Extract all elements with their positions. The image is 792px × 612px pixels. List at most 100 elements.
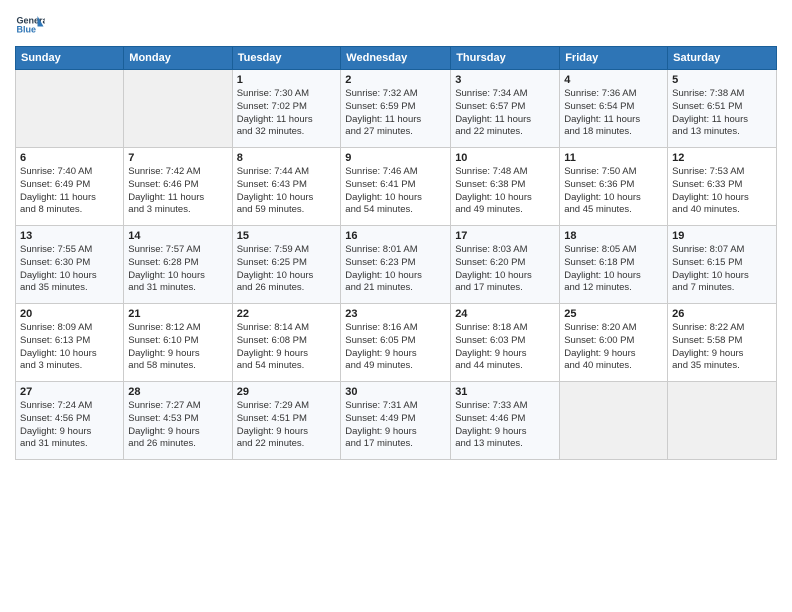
day-cell: 31 Sunrise: 7:33 AM Sunset: 4:46 PM Dayli… [451, 382, 560, 460]
logo-icon: General Blue [15, 10, 45, 40]
day-info: Sunrise: 8:16 AM Sunset: 6:05 PM Dayligh… [345, 322, 446, 373]
day-number: 4 [564, 74, 663, 86]
day-cell: 26Sunrise: 8:22 AM Sunset: 5:58 PM Dayli… [668, 304, 777, 382]
day-info: Sunrise: 7:34 AM Sunset: 6:57 PM Dayligh… [455, 88, 555, 139]
logo: General Blue [15, 10, 49, 40]
week-row-4: 20 Sunrise: 8:09 AM Sunset: 6:13 PM Dayli… [16, 304, 777, 382]
day-number: 9 [345, 152, 446, 164]
day-info: Sunrise: 8:01 AM Sunset: 6:23 PM Dayligh… [345, 244, 446, 295]
day-cell: 9 Sunrise: 7:46 AM Sunset: 6:41 PM Daylig… [341, 148, 451, 226]
day-info: Sunrise: 7:24 AM Sunset: 4:56 PM Dayligh… [20, 400, 119, 451]
day-info: Sunrise: 7:38 AM Sunset: 6:51 PM Dayligh… [672, 88, 772, 139]
day-cell: 17Sunrise: 8:03 AM Sunset: 6:20 PM Dayli… [451, 226, 560, 304]
day-info: Sunrise: 8:07 AM Sunset: 6:15 PM Dayligh… [672, 244, 772, 295]
day-cell: 15 Sunrise: 7:59 AM Sunset: 6:25 PM Dayli… [232, 226, 341, 304]
day-number: 10 [455, 152, 555, 164]
col-wednesday: Wednesday [341, 47, 451, 70]
day-info: Sunrise: 7:33 AM Sunset: 4:46 PM Dayligh… [455, 400, 555, 451]
day-info: Sunrise: 7:46 AM Sunset: 6:41 PM Dayligh… [345, 166, 446, 217]
day-cell: 13Sunrise: 7:55 AM Sunset: 6:30 PM Dayli… [16, 226, 124, 304]
header-row: Sunday Monday Tuesday Wednesday Thursday… [16, 47, 777, 70]
day-number: 25 [564, 308, 663, 320]
day-cell [16, 70, 124, 148]
day-cell: 5 Sunrise: 7:38 AM Sunset: 6:51 PM Daylig… [668, 70, 777, 148]
day-cell: 30 Sunrise: 7:31 AM Sunset: 4:49 PM Dayli… [341, 382, 451, 460]
day-number: 20 [20, 308, 119, 320]
week-row-2: 6 Sunrise: 7:40 AM Sunset: 6:49 PM Daylig… [16, 148, 777, 226]
day-number: 15 [237, 230, 337, 242]
day-info: Sunrise: 8:22 AM Sunset: 5:58 PM Dayligh… [672, 322, 772, 373]
svg-text:Blue: Blue [17, 25, 37, 35]
day-number: 29 [237, 386, 337, 398]
day-info: Sunrise: 8:20 AM Sunset: 6:00 PM Dayligh… [564, 322, 663, 373]
day-cell: 16 Sunrise: 8:01 AM Sunset: 6:23 PM Dayli… [341, 226, 451, 304]
week-row-5: 27 Sunrise: 7:24 AM Sunset: 4:56 PM Dayli… [16, 382, 777, 460]
calendar-table: Sunday Monday Tuesday Wednesday Thursday… [15, 46, 777, 460]
day-info: Sunrise: 7:36 AM Sunset: 6:54 PM Dayligh… [564, 88, 663, 139]
day-number: 27 [20, 386, 119, 398]
day-cell: 2 Sunrise: 7:32 AM Sunset: 6:59 PM Daylig… [341, 70, 451, 148]
day-cell: 21 Sunrise: 8:12 AM Sunset: 6:10 PM Dayli… [124, 304, 232, 382]
day-info: Sunrise: 7:27 AM Sunset: 4:53 PM Dayligh… [128, 400, 227, 451]
day-number: 7 [128, 152, 227, 164]
day-number: 5 [672, 74, 772, 86]
day-info: Sunrise: 7:59 AM Sunset: 6:25 PM Dayligh… [237, 244, 337, 295]
day-info: Sunrise: 7:55 AM Sunset: 6:30 PM Dayligh… [20, 244, 119, 295]
day-number: 21 [128, 308, 227, 320]
day-info: Sunrise: 8:18 AM Sunset: 6:03 PM Dayligh… [455, 322, 555, 373]
day-cell: 4 Sunrise: 7:36 AM Sunset: 6:54 PM Daylig… [560, 70, 668, 148]
col-tuesday: Tuesday [232, 47, 341, 70]
day-info: Sunrise: 7:57 AM Sunset: 6:28 PM Dayligh… [128, 244, 227, 295]
day-cell: 7 Sunrise: 7:42 AM Sunset: 6:46 PM Daylig… [124, 148, 232, 226]
day-number: 11 [564, 152, 663, 164]
day-info: Sunrise: 8:05 AM Sunset: 6:18 PM Dayligh… [564, 244, 663, 295]
day-cell: 8 Sunrise: 7:44 AM Sunset: 6:43 PM Daylig… [232, 148, 341, 226]
day-cell: 11 Sunrise: 7:50 AM Sunset: 6:36 PM Dayli… [560, 148, 668, 226]
day-info: Sunrise: 7:50 AM Sunset: 6:36 PM Dayligh… [564, 166, 663, 217]
day-info: Sunrise: 7:48 AM Sunset: 6:38 PM Dayligh… [455, 166, 555, 217]
day-cell: 19 Sunrise: 8:07 AM Sunset: 6:15 PM Dayli… [668, 226, 777, 304]
day-cell: 23Sunrise: 8:16 AM Sunset: 6:05 PM Dayli… [341, 304, 451, 382]
day-info: Sunrise: 7:32 AM Sunset: 6:59 PM Dayligh… [345, 88, 446, 139]
day-number: 19 [672, 230, 772, 242]
day-info: Sunrise: 7:30 AM Sunset: 7:02 PM Dayligh… [237, 88, 337, 139]
day-number: 2 [345, 74, 446, 86]
day-number: 12 [672, 152, 772, 164]
day-number: 31 [455, 386, 555, 398]
col-thursday: Thursday [451, 47, 560, 70]
day-cell: 1Sunrise: 7:30 AM Sunset: 7:02 PM Daylig… [232, 70, 341, 148]
day-cell: 6 Sunrise: 7:40 AM Sunset: 6:49 PM Daylig… [16, 148, 124, 226]
day-info: Sunrise: 7:40 AM Sunset: 6:49 PM Dayligh… [20, 166, 119, 217]
day-number: 3 [455, 74, 555, 86]
day-info: Sunrise: 7:31 AM Sunset: 4:49 PM Dayligh… [345, 400, 446, 451]
day-cell: 20 Sunrise: 8:09 AM Sunset: 6:13 PM Dayli… [16, 304, 124, 382]
day-info: Sunrise: 8:03 AM Sunset: 6:20 PM Dayligh… [455, 244, 555, 295]
day-number: 14 [128, 230, 227, 242]
day-cell: 24 Sunrise: 8:18 AM Sunset: 6:03 PM Dayli… [451, 304, 560, 382]
day-cell: 18 Sunrise: 8:05 AM Sunset: 6:18 PM Dayli… [560, 226, 668, 304]
day-cell: 3 Sunrise: 7:34 AM Sunset: 6:57 PM Daylig… [451, 70, 560, 148]
day-number: 30 [345, 386, 446, 398]
day-cell: 12 Sunrise: 7:53 AM Sunset: 6:33 PM Dayli… [668, 148, 777, 226]
day-number: 8 [237, 152, 337, 164]
day-cell: 28 Sunrise: 7:27 AM Sunset: 4:53 PM Dayli… [124, 382, 232, 460]
day-cell [668, 382, 777, 460]
day-number: 24 [455, 308, 555, 320]
day-number: 6 [20, 152, 119, 164]
day-number: 18 [564, 230, 663, 242]
day-info: Sunrise: 7:42 AM Sunset: 6:46 PM Dayligh… [128, 166, 227, 217]
col-friday: Friday [560, 47, 668, 70]
col-sunday: Sunday [16, 47, 124, 70]
day-info: Sunrise: 7:44 AM Sunset: 6:43 PM Dayligh… [237, 166, 337, 217]
day-info: Sunrise: 8:12 AM Sunset: 6:10 PM Dayligh… [128, 322, 227, 373]
day-number: 28 [128, 386, 227, 398]
day-cell: 29Sunrise: 7:29 AM Sunset: 4:51 PM Dayli… [232, 382, 341, 460]
col-saturday: Saturday [668, 47, 777, 70]
day-number: 16 [345, 230, 446, 242]
day-info: Sunrise: 8:09 AM Sunset: 6:13 PM Dayligh… [20, 322, 119, 373]
day-cell: 10 Sunrise: 7:48 AM Sunset: 6:38 PM Dayli… [451, 148, 560, 226]
day-cell: 25 Sunrise: 8:20 AM Sunset: 6:00 PM Dayli… [560, 304, 668, 382]
day-cell: 27 Sunrise: 7:24 AM Sunset: 4:56 PM Dayli… [16, 382, 124, 460]
day-info: Sunrise: 7:53 AM Sunset: 6:33 PM Dayligh… [672, 166, 772, 217]
calendar-header: Sunday Monday Tuesday Wednesday Thursday… [16, 47, 777, 70]
